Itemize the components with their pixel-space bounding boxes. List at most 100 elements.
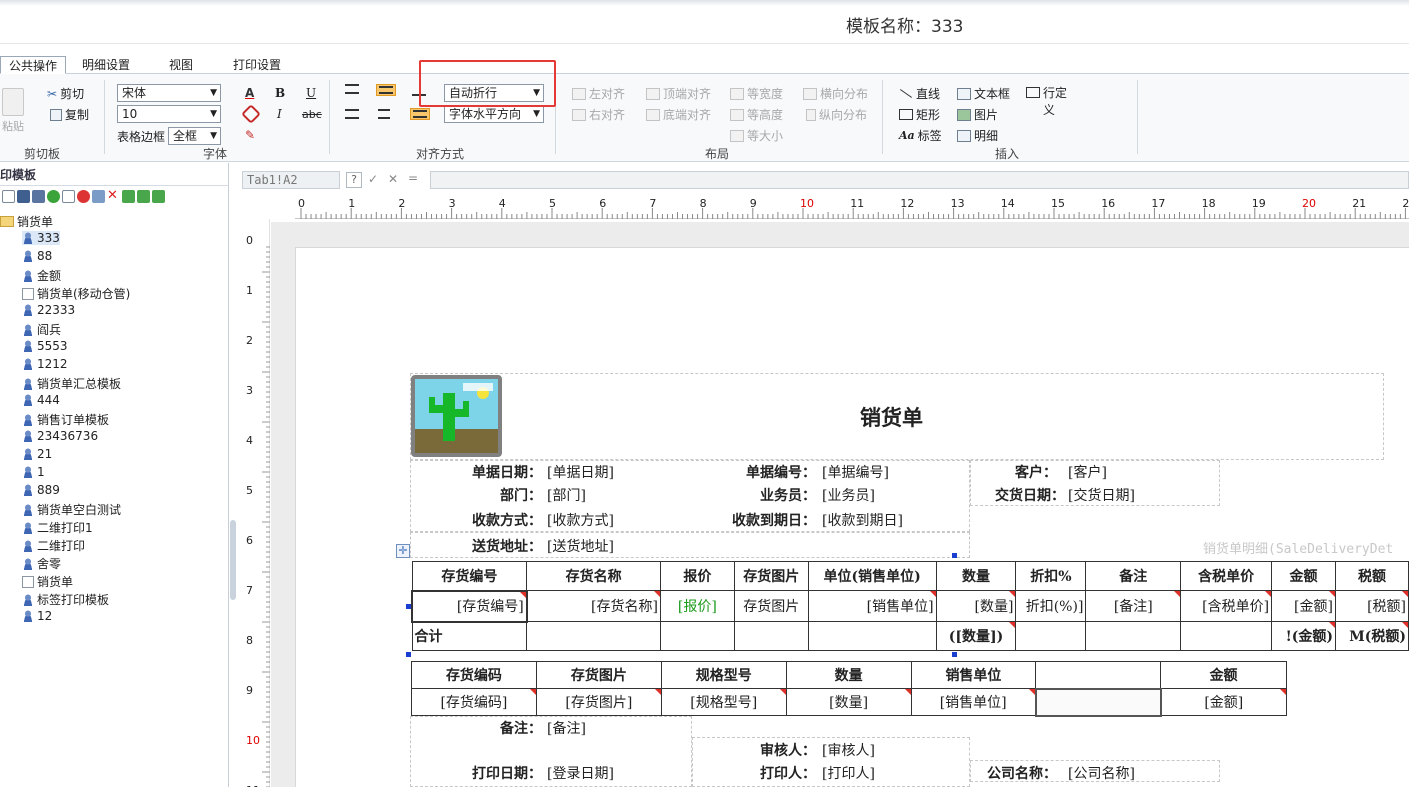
sidebar-item-template[interactable]: 销货单 xyxy=(22,573,73,590)
inventory-header[interactable]: 规格型号 xyxy=(660,661,787,689)
tab-view[interactable]: 视图 xyxy=(161,56,201,74)
detail-cell[interactable]: [存货编号] xyxy=(411,589,528,623)
insert-image-button[interactable]: 图片 xyxy=(957,106,998,123)
printer-field[interactable]: [打印人] xyxy=(822,763,875,783)
align-top-icon[interactable] xyxy=(345,84,359,94)
inventory-cell[interactable]: [存货编码] xyxy=(411,688,537,716)
layout-bottom-align-button[interactable]: 底端对齐 xyxy=(646,106,711,123)
customer-field[interactable]: [客户] xyxy=(1068,462,1107,482)
underline-button[interactable]: U xyxy=(306,86,316,100)
detail-header[interactable]: 存货编号 xyxy=(411,561,528,591)
vertical-distribute-button[interactable]: 纵向分布 xyxy=(806,106,867,123)
cancel-icon[interactable]: ✕ xyxy=(388,172,398,186)
copy-template-icon[interactable] xyxy=(62,190,75,203)
inventory-cell-selected[interactable] xyxy=(1034,687,1162,717)
cut-button[interactable]: ✂ 剪切 xyxy=(47,85,84,102)
selection-handle[interactable] xyxy=(406,604,411,609)
doc-no-field[interactable]: [单据编号] xyxy=(822,462,889,482)
detail-cell[interactable]: 折扣(%)] xyxy=(1015,590,1087,622)
move-handle-icon[interactable]: ✛ xyxy=(396,544,410,558)
sidebar-item-template[interactable]: 23436736 xyxy=(22,429,98,443)
tab-detail-settings[interactable]: 明细设置 xyxy=(74,56,138,74)
sidebar-item-template[interactable]: 阎兵 xyxy=(22,321,61,338)
tab-print-settings[interactable]: 打印设置 xyxy=(225,56,289,74)
total-cell[interactable] xyxy=(526,621,661,651)
help-icon[interactable]: ? xyxy=(346,172,362,188)
company-field[interactable]: [公司名称] xyxy=(1068,763,1135,783)
layout-left-align-button[interactable]: 左对齐 xyxy=(572,85,625,102)
detail-header[interactable]: 单位(销售单位) xyxy=(807,561,937,591)
sidebar-item-template[interactable]: 22333 xyxy=(22,303,75,317)
same-height-button[interactable]: 等高度 xyxy=(730,106,783,123)
detail-cell[interactable]: 存货图片 xyxy=(733,590,809,622)
sidebar-item-template[interactable]: 5553 xyxy=(22,339,68,353)
sidebar-item-template[interactable]: 1 xyxy=(22,465,45,479)
inventory-header[interactable] xyxy=(1035,661,1162,689)
inventory-cell[interactable]: [销售单位] xyxy=(910,688,1037,716)
department-field[interactable]: [部门] xyxy=(547,485,586,505)
sidebar-item-template[interactable]: 12 xyxy=(22,609,52,623)
detail-cell[interactable]: [报价] xyxy=(659,590,735,622)
horizontal-distribute-button[interactable]: 横向分布 xyxy=(803,85,868,102)
edit-icon[interactable] xyxy=(92,190,105,203)
inventory-header[interactable]: 存货图片 xyxy=(535,661,662,689)
total-amount[interactable]: !(金额) xyxy=(1271,621,1336,651)
refresh-icon[interactable] xyxy=(152,190,165,203)
reviewer-field[interactable]: [审核人] xyxy=(822,740,875,760)
delivery-date-field[interactable]: [交货日期] xyxy=(1068,485,1135,505)
tab-common[interactable]: 公共操作 xyxy=(0,56,67,74)
sidebar-item-template[interactable]: 销售订单模板 xyxy=(22,411,109,428)
font-family-select[interactable]: 宋体 ▼ xyxy=(117,84,221,102)
sidebar-item-template[interactable]: 二维打印1 xyxy=(22,519,93,536)
same-size-button[interactable]: 等大小 xyxy=(730,127,783,144)
delete-icon[interactable]: ✕ xyxy=(107,189,120,203)
insert-textbox-button[interactable]: 文本框 xyxy=(957,85,1010,102)
sidebar-item-template[interactable]: 444 xyxy=(22,393,60,407)
inventory-header[interactable]: 存货编码 xyxy=(411,661,537,689)
insert-rect-button[interactable]: 矩形 xyxy=(899,106,940,123)
sidebar-item-template[interactable]: 标签打印模板 xyxy=(22,591,109,608)
payment-due-field[interactable]: [收款到期日] xyxy=(822,510,903,530)
selection-handle[interactable] xyxy=(952,652,957,657)
sidebar-item-template[interactable]: 舍零 xyxy=(22,555,61,572)
cactus-image[interactable] xyxy=(411,375,502,457)
detail-header[interactable]: 报价 xyxy=(659,561,735,591)
detail-cell[interactable]: [存货名称] xyxy=(526,590,661,622)
inventory-cell[interactable]: [金额] xyxy=(1160,688,1287,716)
detail-cell[interactable]: [销售单位] xyxy=(807,590,937,622)
add-icon[interactable] xyxy=(47,190,60,203)
detail-cell[interactable]: [金额] xyxy=(1271,590,1336,622)
sidebar-item-template[interactable]: 333 xyxy=(22,231,60,245)
strikethrough-button[interactable]: abc xyxy=(302,108,322,121)
total-cell[interactable] xyxy=(1015,621,1087,651)
paste-button[interactable]: 粘贴 xyxy=(2,88,24,134)
sidebar-item-template[interactable]: 销货单(移动仓管) xyxy=(22,285,130,302)
sidebar-item-template[interactable]: 889 xyxy=(22,483,60,497)
salesman-field[interactable]: [业务员] xyxy=(822,485,875,505)
inventory-cell[interactable]: [规格型号] xyxy=(660,688,787,716)
row-definition-button[interactable]: 行定义 xyxy=(1026,85,1071,119)
inventory-header[interactable]: 金额 xyxy=(1160,661,1287,689)
selection-handle[interactable] xyxy=(406,652,411,657)
report-title[interactable]: 销货单 xyxy=(860,402,923,432)
layout-right-align-button[interactable]: 右对齐 xyxy=(572,106,625,123)
detail-header[interactable]: 备注 xyxy=(1085,561,1182,591)
detail-cell[interactable]: [数量] xyxy=(935,590,1017,622)
sidebar-item-template[interactable]: 销货单汇总模板 xyxy=(22,375,121,392)
sidebar-item-template[interactable]: 21 xyxy=(22,447,52,461)
import-icon[interactable] xyxy=(122,190,135,203)
fill-color-button[interactable] xyxy=(241,104,261,124)
copy-button[interactable]: 复制 xyxy=(50,106,89,123)
pen-icon[interactable]: ✎ xyxy=(245,128,255,142)
align-left-icon[interactable] xyxy=(345,109,359,119)
detail-header[interactable]: 含税单价 xyxy=(1180,561,1273,591)
detail-cell[interactable]: [含税单价] xyxy=(1180,590,1273,622)
formula-input[interactable] xyxy=(430,171,1409,189)
cell-reference[interactable]: Tab1!A2 xyxy=(242,171,340,189)
sidebar-collapse-handle[interactable] xyxy=(230,520,236,600)
selection-handle[interactable] xyxy=(952,553,957,558)
export-icon[interactable] xyxy=(137,190,150,203)
sidebar-item-template[interactable]: 1212 xyxy=(22,357,68,371)
doc-date-field[interactable]: [单据日期] xyxy=(547,462,614,482)
align-center-icon[interactable] xyxy=(378,109,390,119)
